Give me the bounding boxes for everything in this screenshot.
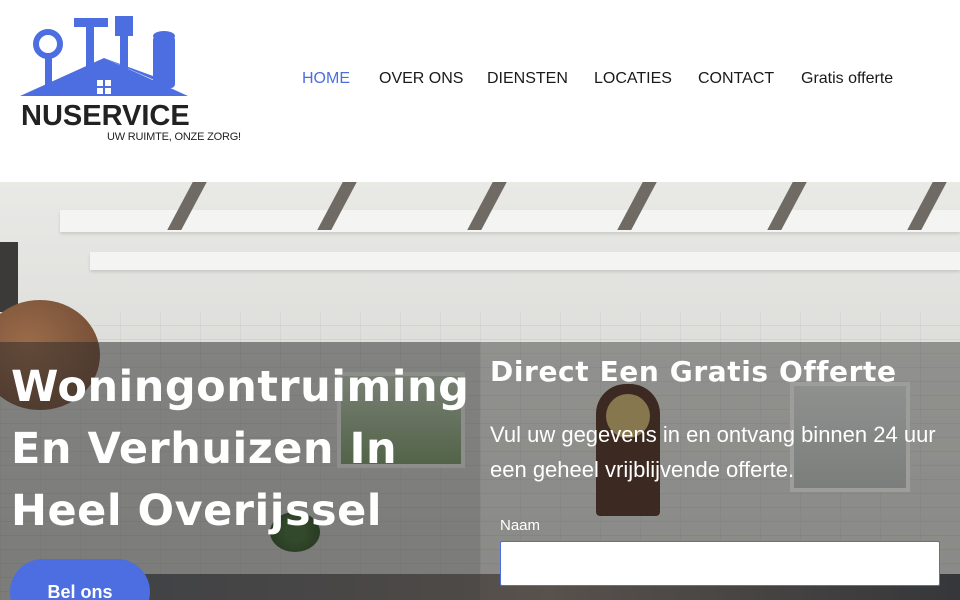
- call-us-button[interactable]: Bel ons: [10, 559, 150, 600]
- brand-tagline: UW RUIMTE, ONZE ZORG!: [107, 131, 241, 143]
- hero-title-line: Woningontruiming: [11, 362, 470, 412]
- brand-name: NUSERVICE: [21, 100, 190, 132]
- site-header: NUSERVICE UW RUIMTE, ONZE ZORG! HOME OVE…: [0, 0, 960, 182]
- quote-form-description: Vul uw gegevens in en ontvang binnen 24 …: [490, 422, 936, 482]
- nav-item-over-ons[interactable]: OVER ONS: [379, 70, 463, 88]
- nav-item-diensten[interactable]: DIENSTEN: [487, 70, 568, 88]
- nav-item-contact[interactable]: CONTACT: [698, 70, 774, 88]
- quote-form-title: Direct Een Gratis Offerte: [490, 355, 897, 388]
- nav-item-gratis-offerte[interactable]: Gratis offerte: [801, 70, 893, 88]
- ceiling-beam: [60, 210, 960, 232]
- nav-item-home[interactable]: HOME: [302, 70, 350, 88]
- wall-picture-frame: [0, 242, 18, 312]
- name-field-label: Naam: [500, 517, 541, 534]
- nav-item-locaties[interactable]: LOCATIES: [594, 70, 672, 88]
- hero-title: Woningontruiming En Verhuizen In Heel Ov…: [11, 356, 471, 542]
- hero-title-line: En Verhuizen In: [11, 424, 398, 474]
- name-input[interactable]: [500, 541, 940, 586]
- hero-title-line: Heel Overijssel: [11, 486, 383, 536]
- ceiling-beam: [90, 252, 960, 270]
- main-navigation: HOME OVER ONS DIENSTEN LOCATIES CONTACT …: [0, 70, 960, 92]
